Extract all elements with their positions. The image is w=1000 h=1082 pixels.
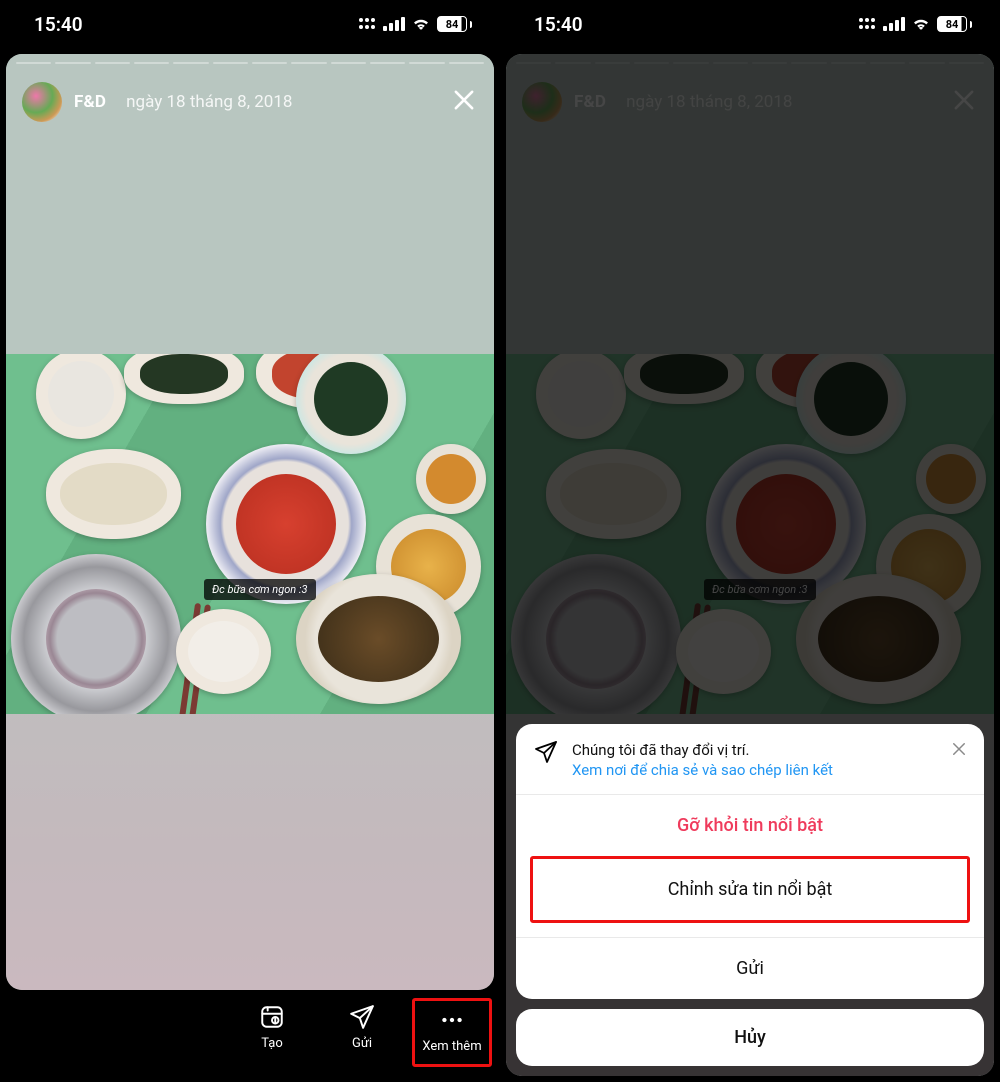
- send-label: Gửi: [352, 1036, 372, 1051]
- right-phone: 15:40 84 Đc bữa cơm ngon :3: [500, 0, 1000, 1082]
- status-right: 84: [857, 16, 972, 32]
- cellular-icon: [383, 17, 405, 31]
- remove-highlight-option[interactable]: Gỡ khỏi tin nổi bật: [516, 794, 984, 856]
- notice-row: Chúng tôi đã thay đổi vị trí. Xem nơi để…: [516, 724, 984, 795]
- status-time: 15:40: [534, 13, 583, 36]
- story-header: F&D ngày 18 tháng 8, 2018: [6, 72, 494, 132]
- status-bar: 15:40 84: [0, 0, 500, 48]
- notice-link[interactable]: Xem nơi để chia sẻ và sao chép liên kết: [572, 761, 833, 779]
- action-sheet-main: Chúng tôi đã thay đổi vị trí. Xem nơi để…: [516, 724, 984, 1000]
- story-progress: [16, 62, 484, 64]
- status-time: 15:40: [34, 13, 83, 36]
- more-label: Xem thêm: [422, 1039, 481, 1054]
- recording-indicator-icon: [357, 18, 377, 30]
- send-option[interactable]: Gửi: [516, 937, 984, 999]
- battery-level: 84: [937, 16, 967, 32]
- recording-indicator-icon: [857, 18, 877, 30]
- battery-icon: 84: [437, 16, 472, 32]
- cancel-button[interactable]: Hủy: [516, 1009, 984, 1066]
- create-label: Tạo: [261, 1036, 283, 1051]
- more-button[interactable]: Xem thêm: [412, 998, 492, 1067]
- dismiss-notice-icon[interactable]: [950, 740, 968, 762]
- wifi-icon: [411, 17, 431, 31]
- status-right: 84: [357, 16, 472, 32]
- share-icon: [534, 740, 558, 768]
- notice-line: Chúng tôi đã thay đổi vị trí.: [572, 741, 749, 759]
- story-viewer: Đc bữa cơm ngon :3 F&D ngày 18 tháng 8, …: [506, 54, 994, 1076]
- edit-highlight-option[interactable]: Chỉnh sửa tin nổi bật: [530, 856, 970, 923]
- create-button[interactable]: Tạo: [232, 998, 312, 1061]
- close-icon[interactable]: [450, 86, 478, 118]
- bottom-toolbar: Tạo Gửi Xem thêm: [0, 990, 500, 1082]
- battery-icon: 84: [937, 16, 972, 32]
- notice-text: Chúng tôi đã thay đổi vị trí. Xem nơi để…: [572, 740, 936, 781]
- story-photo: Đc bữa cơm ngon :3: [6, 354, 494, 714]
- story-date: ngày 18 tháng 8, 2018: [126, 92, 292, 112]
- wifi-icon: [911, 17, 931, 31]
- story-caption: Đc bữa cơm ngon :3: [204, 579, 316, 600]
- story-viewer[interactable]: Đc bữa cơm ngon :3 F&D ngày 18 tháng 8, …: [6, 54, 494, 990]
- story-background: Đc bữa cơm ngon :3: [6, 54, 494, 990]
- action-sheet: Chúng tôi đã thay đổi vị trí. Xem nơi để…: [516, 724, 984, 1067]
- status-bar: 15:40 84: [500, 0, 1000, 48]
- send-button[interactable]: Gửi: [322, 998, 402, 1061]
- left-phone: 15:40 84 Đc bữa cơm ngon :3: [0, 0, 500, 1082]
- avatar[interactable]: [22, 82, 62, 122]
- battery-level: 84: [437, 16, 467, 32]
- cellular-icon: [883, 17, 905, 31]
- story-title[interactable]: F&D: [74, 92, 106, 112]
